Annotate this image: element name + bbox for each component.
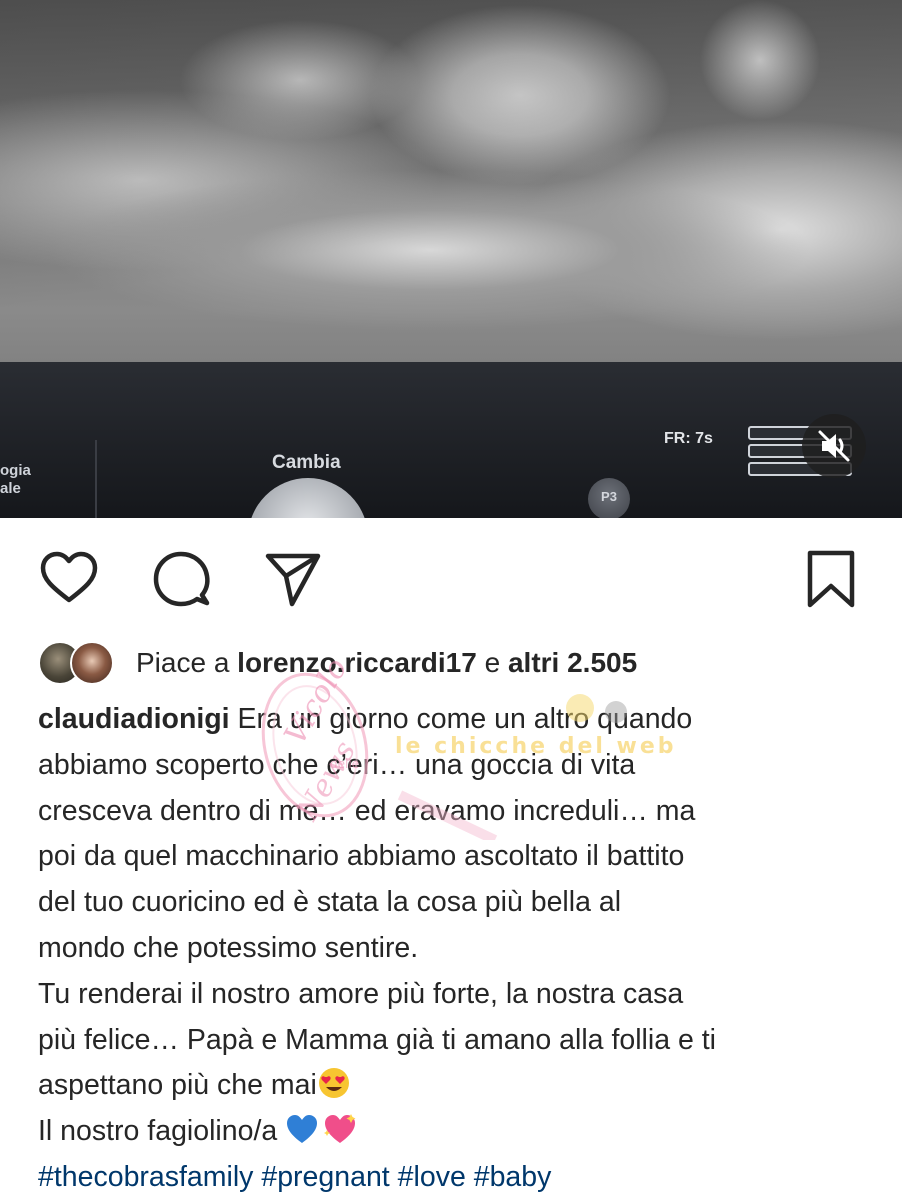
caption-line: cresceva dentro di me… ed eravamo incred… (38, 794, 696, 827)
mute-button[interactable] (802, 414, 866, 478)
caption-line: del tuo cuoricino ed è stata la cosa più… (38, 886, 622, 919)
likes-connector: e (476, 647, 508, 678)
hashtag-link[interactable]: #love (398, 1161, 466, 1193)
panel-divider (95, 440, 97, 518)
likes-prefix: Piace a (136, 647, 238, 678)
caption-text: Era un giorno come un altro quando (229, 703, 693, 735)
post-action-bar (0, 518, 902, 636)
save-button[interactable] (800, 548, 862, 610)
blue-heart-emoji-icon (287, 1115, 318, 1144)
heart-eyes-emoji-icon (318, 1068, 349, 1099)
caption-line: Il nostro fagiolino/a (38, 1109, 878, 1155)
panel-label-left: ogia ale (0, 462, 31, 497)
panel-fr-label: FR: 7s (664, 430, 713, 447)
caption-line: Tu renderai il nostro amore più forte, l… (38, 977, 684, 1010)
caption-username[interactable]: claudiadionigi (38, 703, 230, 735)
speaker-muted-icon (818, 430, 850, 462)
hashtag-link[interactable]: #thecobrasfamily (38, 1161, 253, 1193)
caption-hashtags: #thecobrasfamily #pregnant #love #baby (38, 1155, 878, 1201)
panel-label-cambia: Cambia (272, 452, 341, 473)
caption-line: più felice… Papà e Mamma già ti amano al… (38, 1023, 717, 1056)
avatar (70, 641, 114, 685)
post-media-ultrasound[interactable]: ogia ale Cambia P3 FR: 7s (0, 0, 902, 518)
share-button[interactable] (262, 548, 324, 610)
likes-text: Piace a lorenzo.riccardi17 e altri 2.505 (136, 638, 637, 688)
likes-summary[interactable]: Piace a lorenzo.riccardi17 e altri 2.505 (38, 638, 637, 688)
likes-user-link[interactable]: lorenzo.riccardi17 (237, 647, 477, 678)
hashtag-link[interactable]: #baby (474, 1161, 552, 1193)
sparkling-heart-emoji-icon (324, 1114, 356, 1144)
panel-p3-button: P3 (588, 478, 630, 518)
caption-text: Il nostro fagiolino/a (38, 1115, 286, 1148)
likes-others-link[interactable]: altri 2.505 (508, 647, 637, 678)
heart-icon (40, 551, 98, 603)
hashtag-link[interactable]: #pregnant (261, 1161, 389, 1193)
bookmark-icon (807, 550, 855, 608)
comment-icon (153, 551, 210, 607)
like-button[interactable] (38, 548, 100, 610)
ultrasound-control-panel (0, 362, 902, 518)
caption-line: mondo che potessimo sentire. (38, 931, 419, 964)
caption-line: aspettano più che mai (38, 1063, 878, 1109)
caption-line: abbiamo scoperto che c’eri… una goccia d… (38, 748, 636, 781)
ultrasound-scan (0, 0, 902, 360)
caption-text: aspettano più che mai (38, 1069, 317, 1102)
caption-line: poi da quel macchinario abbiamo ascoltat… (38, 840, 685, 873)
send-icon (265, 553, 321, 607)
caption-line: claudiadionigi Era un giorno come un alt… (38, 697, 878, 743)
comment-button[interactable] (150, 548, 212, 610)
post-caption: claudiadionigi Era un giorno come un alt… (38, 697, 878, 1201)
